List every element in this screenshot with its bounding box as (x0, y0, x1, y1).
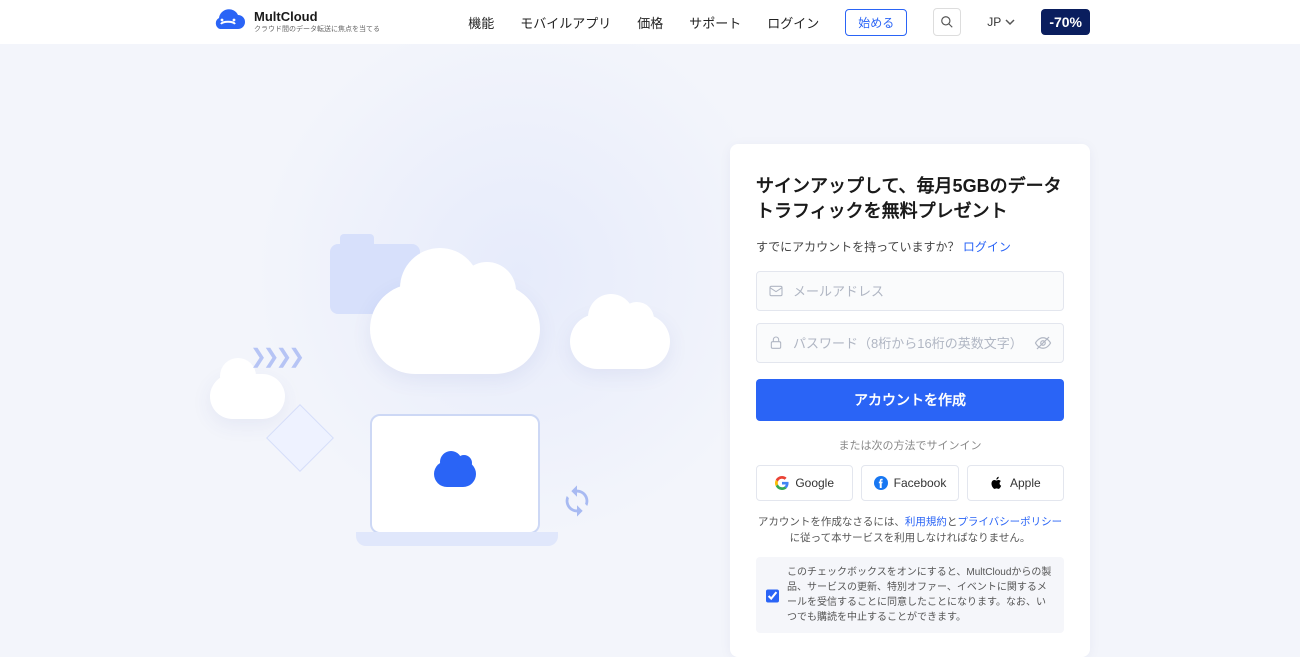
cloud-logo-icon (434, 461, 476, 487)
laptop-icon (370, 414, 540, 534)
google-icon (775, 476, 789, 490)
marketing-consent-checkbox[interactable] (766, 567, 779, 625)
brand-name: MultCloud (254, 10, 380, 24)
chevron-down-icon (1005, 17, 1015, 27)
terms-text: アカウントを作成なさるには、利用規約とプライバシーポリシーに従って本サービスを利… (756, 515, 1064, 547)
brand-tagline: クラウド間のデータ転送に焦点を当てる (254, 24, 380, 34)
marketing-consent-box: このチェックボックスをオンにすると、MultCloudからの製品、サービスの更新… (756, 557, 1064, 633)
hero-illustration: ❯❯❯❯ (230, 214, 680, 574)
nav-pricing[interactable]: 価格 (637, 13, 663, 32)
login-link[interactable]: ログイン (963, 240, 1011, 254)
search-icon (940, 15, 954, 29)
main-area: ❯❯❯❯ サインアップして、毎月5GBのデータトラフィックを無料プレゼント すで… (0, 44, 1300, 581)
chevrons-icon: ❯❯❯❯ (250, 344, 301, 369)
signup-title: サインアップして、毎月5GBのデータトラフィックを無料プレゼント (756, 174, 1064, 224)
promo-badge[interactable]: -70% (1041, 9, 1090, 35)
alt-signin-divider: または次の方法でサインイン (756, 437, 1064, 453)
google-signin-button[interactable]: Google (756, 465, 853, 501)
cloud-logo-icon (210, 9, 246, 35)
facebook-signin-button[interactable]: Facebook (861, 465, 958, 501)
password-row (756, 323, 1064, 363)
signup-card: サインアップして、毎月5GBのデータトラフィックを無料プレゼント すでにアカウン… (730, 144, 1090, 657)
toggle-password-visibility[interactable] (1034, 334, 1052, 352)
password-field[interactable] (756, 323, 1064, 363)
eye-off-icon (1034, 334, 1052, 352)
brand-logo[interactable]: MultCloud クラウド間のデータ転送に焦点を当てる (210, 9, 380, 35)
top-nav: 機能 モバイルアプリ 価格 サポート ログイン 始める JP -70% (468, 8, 1090, 36)
nav-support[interactable]: サポート (689, 13, 741, 32)
cloud-icon (210, 374, 285, 419)
language-label: JP (987, 15, 1001, 29)
terms-link[interactable]: 利用規約 (905, 516, 947, 528)
language-selector[interactable]: JP (987, 15, 1015, 29)
email-field[interactable] (756, 271, 1064, 311)
mail-icon (768, 283, 784, 299)
apple-icon (990, 476, 1004, 490)
apple-signin-button[interactable]: Apple (967, 465, 1064, 501)
nav-login[interactable]: ログイン (767, 13, 819, 32)
cloud-icon (370, 284, 540, 374)
start-button[interactable]: 始める (845, 9, 907, 36)
already-have-account: すでにアカウントを持っていますか？ ログイン (756, 238, 1064, 255)
email-row (756, 271, 1064, 311)
nav-mobile-app[interactable]: モバイルアプリ (520, 13, 611, 32)
sync-icon (560, 484, 594, 518)
promo-label: -70% (1049, 14, 1082, 30)
nav-features[interactable]: 機能 (468, 13, 494, 32)
privacy-link[interactable]: プライバシーポリシー (957, 516, 1062, 528)
facebook-icon (874, 476, 888, 490)
search-button[interactable] (933, 8, 961, 36)
lock-icon (768, 335, 784, 351)
marketing-consent-text: このチェックボックスをオンにすると、MultCloudからの製品、サービスの更新… (787, 565, 1054, 625)
social-signin-row: Google Facebook Apple (756, 465, 1064, 501)
create-account-button[interactable]: アカウントを作成 (756, 379, 1064, 421)
cloud-icon (570, 314, 670, 369)
header-bar: MultCloud クラウド間のデータ転送に焦点を当てる 機能 モバイルアプリ … (0, 0, 1300, 44)
